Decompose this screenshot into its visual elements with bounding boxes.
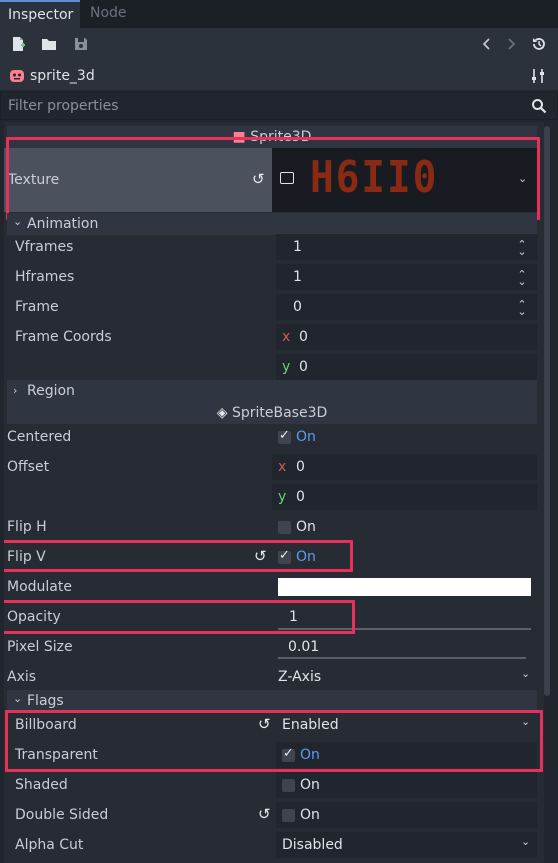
- double-sided-label: Double Sided: [15, 807, 109, 823]
- axis-dropdown[interactable]: Z-Axis: [278, 662, 321, 692]
- flip-h-label: Flip H: [7, 519, 47, 535]
- edited-object-row: sprite_3d: [0, 62, 558, 90]
- forward-icon[interactable]: [502, 36, 520, 54]
- highlight-box-flags: [5, 710, 543, 772]
- centered-label: Centered: [7, 429, 72, 445]
- frame-spinbox[interactable]: [276, 294, 537, 320]
- inspector-toolbar: [0, 28, 558, 62]
- search-icon: [531, 98, 547, 114]
- filter-properties-input[interactable]: [1, 93, 521, 119]
- frame-coords-y-value[interactable]: 0: [299, 352, 308, 382]
- property-alpha-cut: Alpha Cut Disabled ⌄: [4, 830, 537, 860]
- spritebase3d-icon: ◈: [216, 405, 232, 421]
- flip-h-value[interactable]: On: [296, 512, 316, 542]
- revert-icon[interactable]: ↺: [258, 805, 271, 823]
- history-icon[interactable]: [530, 36, 548, 54]
- hframes-label: Hframes: [15, 269, 75, 285]
- pixel-size-label: Pixel Size: [7, 639, 73, 655]
- frame-label: Frame: [15, 299, 59, 315]
- property-pixel-size: Pixel Size 0.01: [4, 632, 537, 662]
- axis-y-label: y: [278, 489, 287, 505]
- back-icon[interactable]: [478, 36, 496, 54]
- section-title: ◈ SpriteBase3D: [7, 402, 537, 424]
- offset-label: Offset: [7, 459, 50, 475]
- spin-arrows-icon[interactable]: ⌃ ⌄: [517, 299, 527, 317]
- alpha-cut-dropdown[interactable]: Disabled: [282, 830, 343, 860]
- property-frame-coords: Frame Coords x 0 y 0: [4, 322, 537, 382]
- dock-tab-bar: Inspector Node: [0, 0, 558, 28]
- property-double-sided: Double Sided ↺ On: [4, 800, 537, 830]
- property-hframes: Hframes 1 ⌃ ⌄: [4, 262, 537, 292]
- frame-coords-y-field[interactable]: [276, 354, 537, 380]
- property-centered: Centered On: [4, 422, 537, 452]
- pixel-size-slider[interactable]: [278, 657, 526, 659]
- section-header-spritebase3d: ◈ SpriteBase3D: [7, 402, 537, 424]
- double-sided-value[interactable]: On: [300, 800, 320, 830]
- highlight-box-opacity: [4, 600, 355, 634]
- filter-bar: [0, 92, 558, 120]
- chevron-down-icon[interactable]: ⌄: [521, 835, 530, 848]
- shaded-label: Shaded: [15, 777, 68, 793]
- alpha-cut-label: Alpha Cut: [15, 837, 84, 853]
- offset-y-value[interactable]: 0: [296, 482, 305, 512]
- open-resource-icon[interactable]: [40, 36, 58, 54]
- group-title-flags: Flags: [27, 693, 64, 709]
- save-resource-icon[interactable]: [72, 36, 90, 54]
- centered-checkbox[interactable]: [278, 428, 291, 444]
- property-axis: Axis Z-Axis ⌄: [4, 662, 537, 692]
- shaded-value[interactable]: On: [300, 770, 320, 800]
- modulate-color-swatch[interactable]: [278, 578, 531, 596]
- chevron-right-icon: ›: [13, 384, 18, 397]
- frame-coords-label: Frame Coords: [15, 329, 112, 345]
- tab-node[interactable]: Node: [82, 0, 138, 28]
- property-flip-h: Flip H On: [4, 512, 537, 542]
- double-sided-checkbox[interactable]: [282, 809, 295, 822]
- hframes-value[interactable]: 1: [293, 262, 302, 292]
- group-title-region: Region: [27, 383, 75, 399]
- vframes-value[interactable]: 1: [293, 232, 302, 262]
- axis-y-label: y: [282, 359, 291, 375]
- object-settings-icon[interactable]: [530, 68, 546, 84]
- chevron-down-icon[interactable]: ⌄: [521, 667, 530, 680]
- offset-y-field[interactable]: [272, 484, 537, 510]
- inspector-scrollbar[interactable]: [544, 126, 550, 696]
- property-offset: Offset x 0 y 0: [4, 452, 537, 512]
- highlight-box-flip-v: [4, 540, 353, 572]
- axis-x-label: x: [278, 459, 287, 475]
- chevron-down-icon: ⌄: [13, 215, 23, 228]
- frame-coords-x-value[interactable]: 0: [299, 322, 308, 352]
- property-shaded: Shaded On: [4, 770, 537, 800]
- tab-inspector[interactable]: Inspector: [0, 0, 80, 28]
- spin-arrows-icon[interactable]: ⌃ ⌄: [517, 239, 527, 257]
- hframes-spinbox[interactable]: [276, 264, 537, 290]
- axis-x-label: x: [282, 329, 291, 345]
- highlight-box-texture: [6, 137, 540, 220]
- property-frame: Frame 0 ⌃ ⌄: [4, 292, 537, 322]
- centered-value[interactable]: On: [296, 422, 316, 452]
- frame-value[interactable]: 0: [293, 292, 302, 322]
- chevron-down-icon: ⌄: [13, 692, 23, 705]
- frame-coords-x-field[interactable]: [276, 324, 537, 350]
- object-name[interactable]: sprite_3d: [30, 62, 95, 90]
- vframes-spinbox[interactable]: [276, 234, 537, 260]
- property-list: ■ Sprite3D Texture ↺ H6II0 ⌄ ⌄ Animation…: [4, 122, 544, 863]
- flip-h-checkbox[interactable]: [278, 521, 291, 534]
- group-region[interactable]: › Region: [7, 380, 537, 402]
- axis-label: Axis: [7, 669, 37, 685]
- property-modulate: Modulate: [4, 572, 537, 602]
- sprite-node-icon: [9, 68, 25, 84]
- group-flags[interactable]: ⌄ Flags: [7, 690, 537, 712]
- shaded-checkbox[interactable]: [282, 779, 295, 792]
- offset-x-value[interactable]: 0: [296, 452, 305, 482]
- new-resource-icon[interactable]: [9, 36, 27, 54]
- offset-x-field[interactable]: [272, 454, 537, 480]
- property-vframes: Vframes 1 ⌃ ⌄: [4, 232, 537, 262]
- spritebase3d-header-label: SpriteBase3D: [231, 405, 328, 421]
- spin-arrows-icon[interactable]: ⌃ ⌄: [517, 269, 527, 287]
- vframes-label: Vframes: [15, 239, 74, 255]
- modulate-label: Modulate: [7, 579, 72, 595]
